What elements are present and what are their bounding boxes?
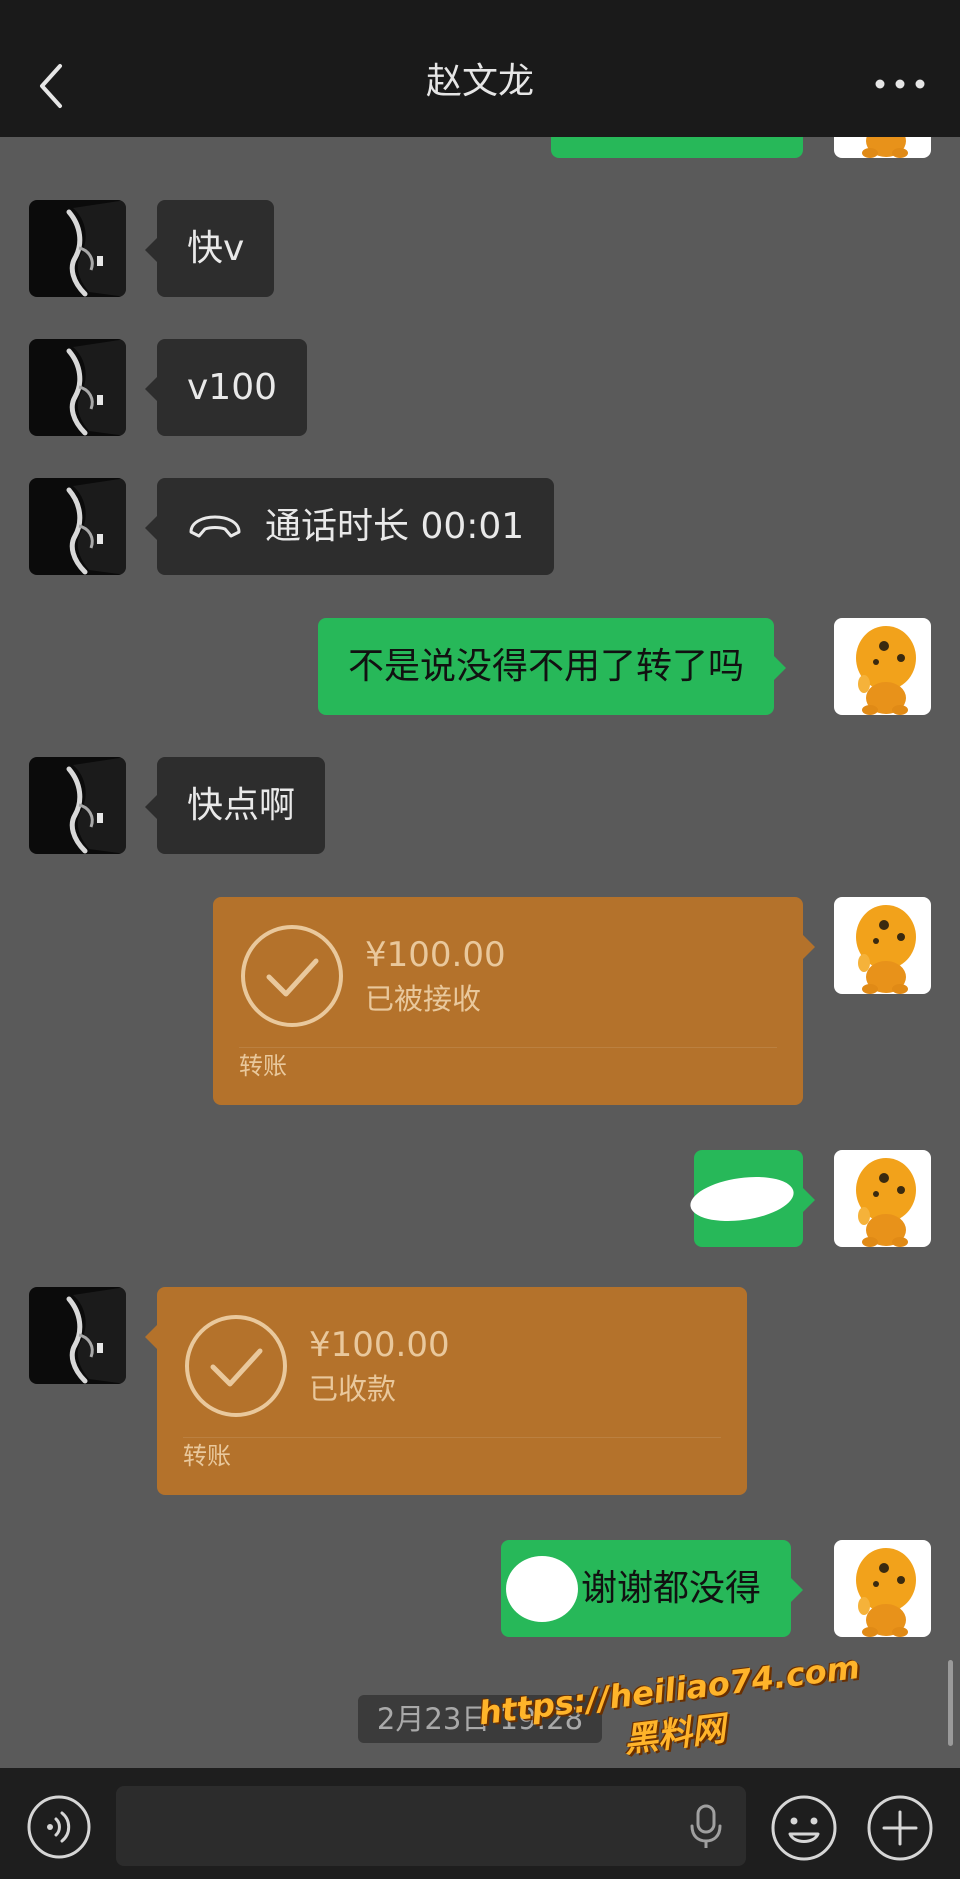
top-bar: 赵文龙 (0, 0, 960, 137)
redaction-scribble (506, 1556, 578, 1622)
self-avatar[interactable] (834, 1150, 931, 1247)
divider (239, 1047, 777, 1048)
transfer-amount: ¥100.00 (365, 935, 506, 975)
watermark: https://heiliao74.com 黑料网 (458, 1643, 886, 1784)
transfer-status: 已被接收 (365, 982, 482, 1016)
input-bar (0, 1768, 960, 1879)
scrollbar[interactable] (948, 1660, 953, 1746)
self-avatar[interactable] (834, 618, 931, 715)
outgoing-message[interactable]: 不是说没得不用了转了吗 (318, 618, 787, 715)
contact-avatar[interactable] (29, 757, 126, 854)
plus-button[interactable] (866, 1794, 934, 1862)
transfer-card[interactable]: ¥100.00 已被接收 转账 (213, 897, 815, 1105)
transfer-amount: ¥100.00 (309, 1325, 450, 1365)
transfer-label: 转账 (239, 1052, 287, 1080)
message-text: 快v (187, 227, 245, 269)
transfer-card[interactable]: ¥100.00 已收款 转账 (145, 1287, 747, 1495)
more-button[interactable] (870, 64, 930, 104)
self-avatar[interactable] (834, 1540, 931, 1637)
smiley-icon (771, 1795, 837, 1861)
call-record-message[interactable]: 通话时长 00:01 (144, 478, 555, 575)
message-text: 谢谢都没得 (581, 1567, 762, 1609)
contact-avatar[interactable] (29, 478, 126, 575)
incoming-message[interactable]: 快v (144, 200, 275, 297)
incoming-message[interactable]: 快点啊 (144, 757, 326, 854)
incoming-message[interactable]: v100 (144, 339, 308, 436)
call-duration-text: 通话时长 00:01 (265, 505, 525, 547)
emoji-button[interactable] (770, 1794, 838, 1862)
chat-title: 赵文龙 (425, 61, 534, 102)
divider (183, 1437, 721, 1438)
more-dots-icon (875, 79, 925, 89)
voice-wave-icon (27, 1795, 91, 1859)
voice-button[interactable] (26, 1794, 92, 1860)
plus-icon (867, 1795, 933, 1861)
check-circle-icon (239, 923, 345, 1029)
transfer-status: 已收款 (309, 1372, 397, 1406)
transfer-label: 转账 (183, 1442, 231, 1470)
self-avatar[interactable] (834, 897, 931, 994)
contact-avatar[interactable] (29, 200, 126, 297)
message-text: 快点啊 (187, 784, 296, 826)
phone-hangup-icon (189, 515, 241, 537)
contact-avatar[interactable] (29, 1287, 126, 1384)
check-circle-icon (183, 1313, 289, 1419)
message-text: 不是说没得不用了转了吗 (348, 645, 745, 687)
message-input[interactable] (116, 1786, 746, 1866)
contact-avatar[interactable] (29, 339, 126, 436)
message-text: v100 (187, 366, 278, 408)
microphone-icon (690, 1804, 722, 1848)
